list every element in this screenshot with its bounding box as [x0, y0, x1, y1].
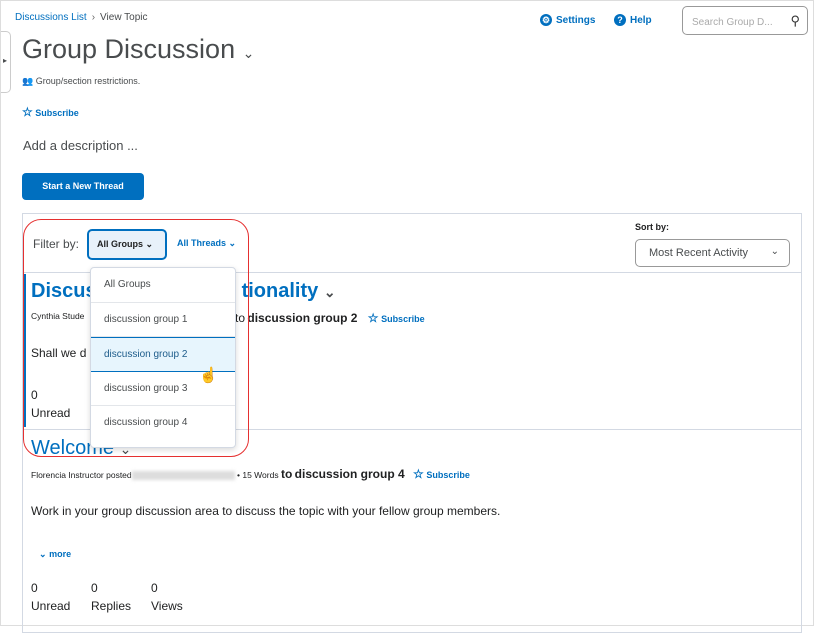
thread-title-start: Discus [31, 280, 97, 302]
chevron-down-icon: ⌄ [770, 246, 779, 257]
chevron-down-icon: ⌄ [228, 238, 237, 248]
gear-icon: ⚙ [540, 14, 552, 26]
chevron-down-icon: ⌄ [145, 239, 154, 249]
replies-stat: 0 Replies [91, 579, 131, 615]
unread-stat: 0 Unread [31, 579, 70, 615]
chevron-down-icon: ⌄ [39, 549, 47, 559]
threads-filter-dropdown[interactable]: All Threads ⌄ [177, 238, 236, 249]
group-name: discussion group 2 [247, 311, 358, 325]
people-icon: 👥 [22, 76, 34, 86]
more-label: more [49, 549, 72, 559]
word-count: • 15 Words [237, 470, 279, 480]
to-text: to [235, 311, 246, 325]
stat-value: 0 [31, 388, 38, 402]
search-placeholder: Search Group D... [692, 17, 773, 28]
thread-body: Shall we d [31, 346, 87, 360]
subscribe-label: Subscribe [35, 108, 79, 118]
help-icon: ? [614, 14, 626, 26]
groups-filter-dropdown[interactable]: All Groups ⌄ [87, 229, 167, 260]
breadcrumb: Discussions List › View Topic [15, 12, 147, 23]
thread-title-end: tionality [241, 280, 319, 302]
page-title: Group Discussion ⌄ [22, 34, 254, 65]
menu-item-group-4[interactable]: discussion group 4 [91, 406, 235, 441]
thread-author: Cynthia Stude [31, 311, 85, 321]
selected-thread-indicator [23, 274, 26, 427]
sidebar-toggle[interactable]: ▸ [1, 31, 11, 93]
chevron-down-icon[interactable]: ⌄ [243, 45, 255, 61]
search-input[interactable]: Search Group D... ⚲ [682, 6, 808, 35]
page-title-text: Group Discussion [22, 34, 236, 64]
subscribe-topic-button[interactable]: ☆ Subscribe [22, 105, 79, 119]
settings-button[interactable]: ⚙ Settings [540, 14, 595, 26]
star-icon: ☆ [22, 105, 33, 119]
filter-label: Filter by: [33, 237, 80, 251]
menu-item-group-1[interactable]: discussion group 1 [91, 303, 235, 338]
group-name: discussion group 4 [294, 467, 405, 481]
subscribe-label: Subscribe [426, 470, 470, 480]
sort-value: Most Recent Activity [649, 247, 749, 259]
help-label: Help [630, 14, 652, 26]
to-text: to [280, 467, 293, 481]
menu-item-all-groups[interactable]: All Groups [91, 268, 235, 303]
caret-right-icon: ▸ [3, 56, 8, 65]
settings-label: Settings [556, 14, 596, 26]
thread-meta: Cynthia Stude [31, 311, 84, 321]
star-icon: ☆ [367, 311, 379, 325]
views-stat: 0 Views [151, 579, 183, 615]
sort-label: Sort by: [635, 222, 670, 232]
start-new-thread-button[interactable]: Start a New Thread [22, 173, 144, 200]
hand-cursor-icon: ☝ [199, 367, 218, 384]
subscribe-thread-button[interactable]: ☆ Subscribe [367, 311, 425, 325]
blurred-date [131, 471, 235, 481]
chevron-down-icon[interactable]: ⌄ [324, 284, 336, 300]
restrictions-text: Group/section restrictions. [35, 76, 141, 86]
stat-label: Views [151, 599, 183, 613]
stat-label: Replies [91, 599, 132, 613]
thread-meta: Florencia Instructor posted • 15 Words t… [31, 467, 470, 481]
stat-value: 0 [151, 581, 158, 595]
unread-stat: 0 Unread [31, 386, 70, 422]
breadcrumb-separator: › [91, 12, 96, 23]
more-button[interactable]: ⌄ more [39, 549, 71, 560]
breadcrumb-discussions-list[interactable]: Discussions List [15, 12, 87, 23]
stat-label: Unread [31, 599, 71, 613]
add-description[interactable]: Add a description ... [23, 138, 138, 153]
star-icon: ☆ [413, 467, 424, 481]
breadcrumb-current: View Topic [100, 12, 148, 23]
sort-select[interactable]: Most Recent Activity ⌄ [635, 239, 790, 267]
stat-value: 0 [91, 581, 98, 595]
groups-filter-value: All Groups [97, 239, 144, 249]
group-restrictions: 👥 Group/section restrictions. [22, 76, 140, 87]
search-icon[interactable]: ⚲ [790, 13, 800, 29]
thread-group: to discussion group 2 ☆ Subscribe [235, 311, 425, 325]
subscribe-label: Subscribe [381, 314, 425, 324]
subscribe-thread-button[interactable]: ☆ Subscribe [413, 467, 470, 481]
thread-author: Florencia Instructor posted [31, 470, 132, 480]
help-button[interactable]: ? Help [614, 14, 652, 26]
threads-filter-value: All Threads [177, 238, 227, 248]
stat-label: Unread [31, 406, 71, 420]
thread-body: Work in your group discussion area to di… [31, 504, 501, 518]
stat-value: 0 [31, 581, 38, 595]
groups-dropdown-menu: All Groups discussion group 1 discussion… [90, 267, 236, 448]
